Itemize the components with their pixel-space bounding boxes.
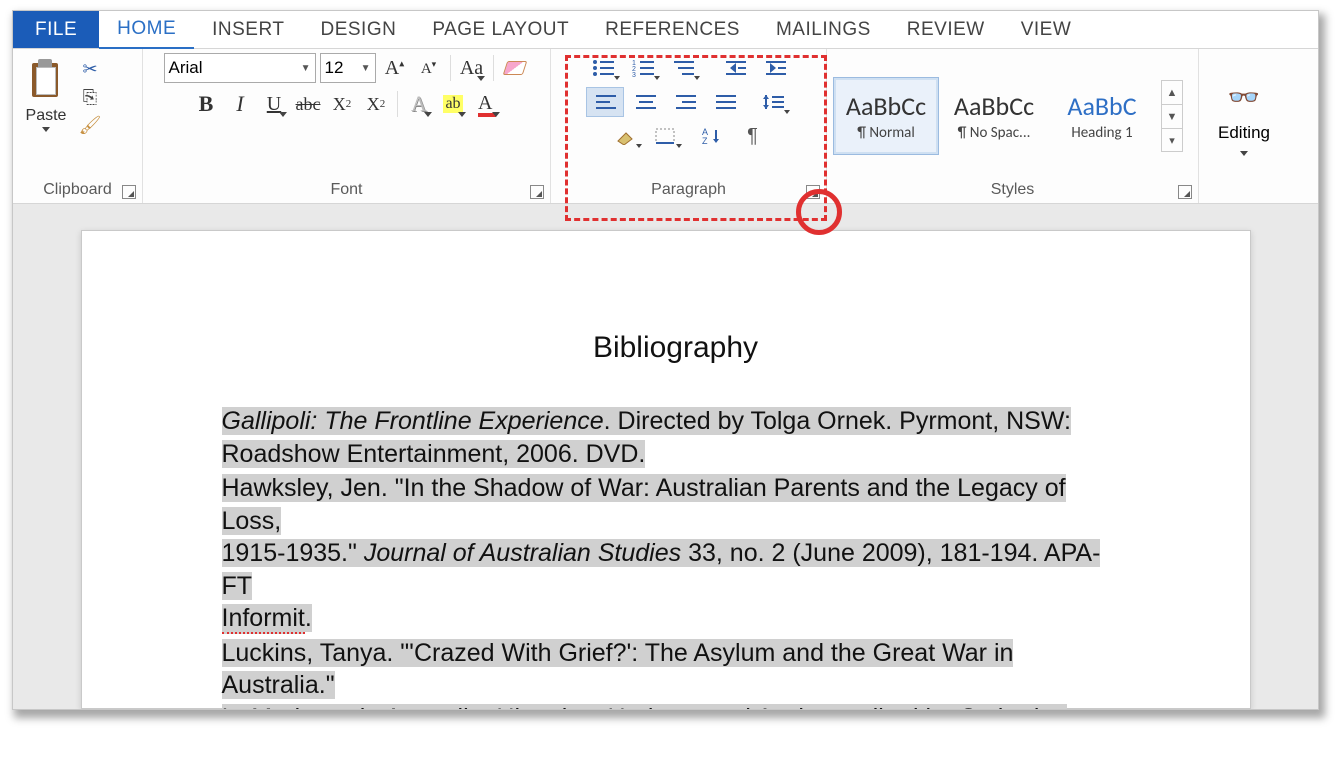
group-font: Arial▼ 12▼ A▴ A▾ Aa B I U abc	[143, 49, 551, 203]
page-title: Bibliography	[222, 331, 1130, 365]
increase-indent-icon	[764, 59, 786, 77]
grow-font-button[interactable]: A▴	[380, 53, 410, 83]
tab-review[interactable]: REVIEW	[889, 11, 1003, 48]
align-left-icon	[594, 93, 616, 111]
highlight-icon: ab	[443, 95, 462, 113]
sort-button[interactable]: AZ	[694, 121, 732, 151]
tab-insert[interactable]: INSERT	[194, 11, 302, 48]
underline-button[interactable]: U	[259, 89, 289, 119]
style-no-spacing[interactable]: AaBbCc ¶ No Spac...	[941, 77, 1047, 155]
tab-page-layout[interactable]: PAGE LAYOUT	[414, 11, 587, 48]
group-editing: 👓 Editing	[1199, 49, 1295, 203]
bibliography-entry: Gallipoli: The Frontline Experience. Dir…	[222, 405, 1130, 470]
change-case-button[interactable]: Aa	[457, 53, 487, 83]
grow-font-icon: A▴	[385, 57, 404, 80]
show-marks-button[interactable]: ¶	[734, 121, 772, 151]
group-label-styles: Styles	[991, 181, 1035, 199]
shading-button[interactable]	[606, 121, 644, 151]
borders-icon	[654, 127, 676, 145]
font-name-combo[interactable]: Arial▼	[164, 53, 316, 83]
tab-file[interactable]: FILE	[13, 11, 99, 48]
highlight-button[interactable]: ab	[438, 89, 468, 119]
editing-button[interactable]: 👓 Editing	[1205, 53, 1283, 179]
tab-references[interactable]: REFERENCES	[587, 11, 758, 48]
copy-button[interactable]: ⎘	[77, 85, 103, 109]
svg-text:3: 3	[632, 72, 636, 77]
svg-text:Z: Z	[702, 136, 708, 145]
binoculars-icon: 👓	[1228, 82, 1260, 113]
superscript-button[interactable]: X2	[361, 89, 391, 119]
group-styles: AaBbCc ¶ Normal AaBbCc ¶ No Spac... AaBb…	[827, 49, 1199, 203]
document-page[interactable]: Bibliography Gallipoli: The Frontline Ex…	[81, 230, 1251, 709]
group-label-paragraph: Paragraph	[651, 181, 726, 199]
bullets-icon	[592, 59, 614, 77]
decrease-indent-icon	[724, 59, 746, 77]
pilcrow-icon: ¶	[747, 125, 758, 148]
decrease-indent-button[interactable]	[716, 53, 754, 83]
text-effects-button[interactable]: A	[404, 89, 434, 119]
styles-launcher[interactable]	[1178, 185, 1192, 199]
eraser-icon	[502, 61, 527, 75]
copy-icon: ⎘	[83, 87, 97, 108]
numbering-button[interactable]: 123	[624, 53, 662, 83]
align-center-button[interactable]	[626, 87, 664, 117]
tab-home[interactable]: HOME	[99, 11, 194, 49]
app-window: FILE HOME INSERT DESIGN PAGE LAYOUT REFE…	[12, 10, 1319, 710]
cut-button[interactable]: ✂	[77, 57, 103, 81]
style-normal[interactable]: AaBbCc ¶ Normal	[833, 77, 939, 155]
styles-expand[interactable]: ▾	[1161, 128, 1183, 152]
format-painter-button[interactable]: 🖌	[77, 113, 103, 137]
paste-button[interactable]: Paste	[19, 53, 73, 132]
ribbon-tabs: FILE HOME INSERT DESIGN PAGE LAYOUT REFE…	[13, 11, 1318, 49]
multilevel-list-button[interactable]	[664, 53, 702, 83]
tab-design[interactable]: DESIGN	[302, 11, 414, 48]
group-paragraph: 123	[551, 49, 827, 203]
paintbrush-icon: 🖌	[79, 115, 102, 136]
numbering-icon: 123	[632, 59, 654, 77]
tab-mailings[interactable]: MAILINGS	[758, 11, 889, 48]
line-spacing-icon	[762, 93, 784, 111]
styles-scroll-up[interactable]: ▲	[1161, 80, 1183, 104]
align-right-button[interactable]	[666, 87, 704, 117]
paragraph-launcher[interactable]	[806, 185, 820, 199]
justify-button[interactable]	[706, 87, 744, 117]
bibliography-entry: Luckins, Tanya. "'Crazed With Grief?': T…	[222, 637, 1130, 710]
borders-button[interactable]	[646, 121, 684, 151]
font-size-combo[interactable]: 12▼	[320, 53, 376, 83]
subscript-button[interactable]: X2	[327, 89, 357, 119]
align-right-icon	[674, 93, 696, 111]
align-left-button[interactable]	[586, 87, 624, 117]
document-area: Bibliography Gallipoli: The Frontline Ex…	[13, 204, 1318, 709]
shrink-font-icon: A▾	[421, 59, 436, 78]
group-label-clipboard: Clipboard	[43, 181, 111, 199]
style-heading-1[interactable]: AaBbC Heading 1	[1049, 77, 1155, 155]
bold-button[interactable]: B	[191, 89, 221, 119]
clipboard-launcher[interactable]	[122, 185, 136, 199]
sort-icon: AZ	[702, 127, 724, 145]
styles-scroll-down[interactable]: ▼	[1161, 104, 1183, 128]
clipboard-icon	[26, 57, 66, 105]
italic-button[interactable]: I	[225, 89, 255, 119]
group-clipboard: Paste ✂ ⎘ 🖌 Clipboard	[13, 49, 143, 203]
clear-formatting-button[interactable]	[500, 53, 530, 83]
font-color-button[interactable]: A	[472, 89, 502, 119]
align-center-icon	[634, 93, 656, 111]
strikethrough-button[interactable]: abc	[293, 89, 323, 119]
group-label-font: Font	[330, 181, 362, 199]
increase-indent-button[interactable]	[756, 53, 794, 83]
shading-icon	[614, 127, 636, 145]
line-spacing-button[interactable]	[754, 87, 792, 117]
font-launcher[interactable]	[530, 185, 544, 199]
justify-icon	[714, 93, 736, 111]
multilevel-icon	[672, 59, 694, 77]
bibliography-entry: Hawksley, Jen. "In the Shadow of War: Au…	[222, 472, 1130, 635]
bullets-button[interactable]	[584, 53, 622, 83]
scissors-icon: ✂	[82, 59, 97, 80]
shrink-font-button[interactable]: A▾	[414, 53, 444, 83]
tab-view[interactable]: VIEW	[1003, 11, 1090, 48]
ribbon: Paste ✂ ⎘ 🖌 Clipboard Arial▼	[13, 49, 1318, 204]
